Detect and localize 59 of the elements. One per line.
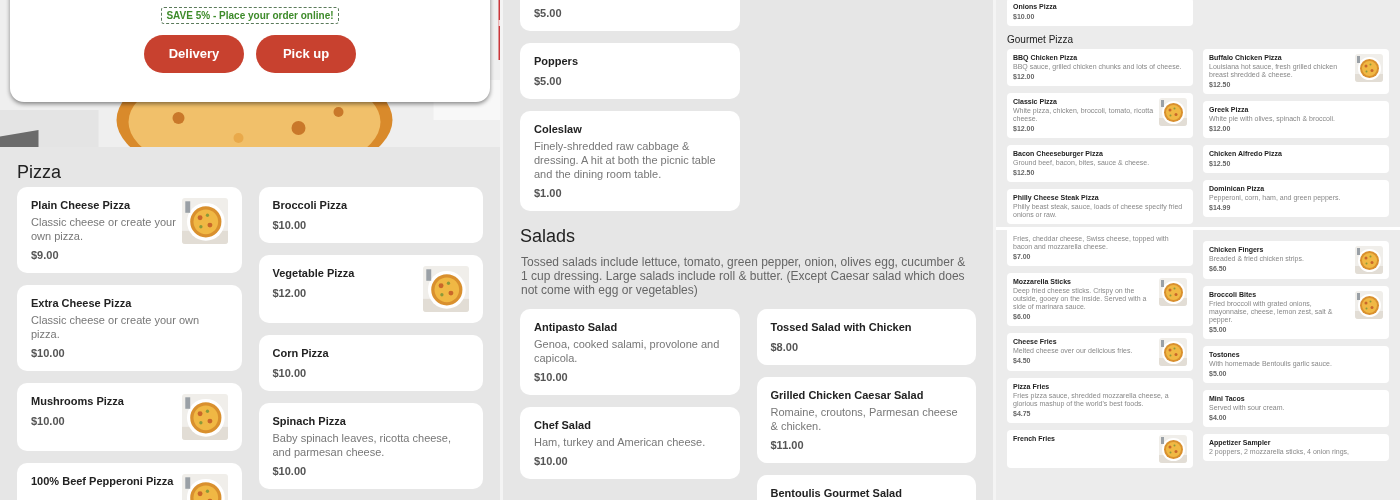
promo-banner: SAVE 5% - Place your order online! <box>161 7 339 24</box>
item-price: $10.00 <box>534 370 569 384</box>
item-name: Tossed Salad with Chicken <box>770 320 913 335</box>
menu-item-card[interactable]: Coleslaw Finely-shredded raw cabbage & dressing. A hit at both the picnic table and the dining room table. $1.00 <box>520 111 740 211</box>
menu-item-card[interactable]: Grilled Chicken Caesar Salad Romaine, croutons, Parmesan cheese & chicken. $11.00 <box>756 377 976 463</box>
menu-item-card[interactable]: Plain Cheese Pizza Classic cheese or create your own pizza. $9.00 <box>17 187 242 273</box>
item-price: $10.00 <box>272 366 308 380</box>
order-button[interactable]: Pick up <box>256 35 356 73</box>
menu-item-card[interactable]: Tossed Salad with Chicken $8.00 <box>756 309 976 365</box>
menu-item-card[interactable]: Vegetable Pizza $12.00 <box>258 255 483 323</box>
item-name: Antipasto Salad <box>534 320 619 335</box>
menu-item-card[interactable]: $5.00 <box>520 0 740 31</box>
menu-item-card[interactable]: Chef Salad Ham, turkey and American cheese. $10.00 <box>520 407 740 479</box>
menu-item-card[interactable]: Mushrooms Pizza $10.00 <box>17 383 242 451</box>
item-price: $10.00 <box>272 218 308 232</box>
item-price: $5.00 <box>534 6 563 20</box>
item-price: $10.00 <box>534 454 569 468</box>
item-description: Classic cheese or create your own pizza. <box>31 313 201 341</box>
item-name: Spinach Pizza <box>272 414 347 429</box>
menu-item-card[interactable]: Corn Pizza $10.00 <box>258 335 483 391</box>
item-price: $10.00 <box>31 346 66 360</box>
item-description: Romaine, croutons, Parmesan cheese & chicken. <box>770 405 959 433</box>
item-name: Mushrooms Pizza <box>31 394 125 409</box>
item-name: Extra Cheese Pizza <box>31 296 133 311</box>
item-name: Corn Pizza <box>272 346 330 361</box>
section-note: Tossed salads include lettuce, tomato, green pepper, onion, olives egg, cucumber & 1 cup dressing. Large salads include roll & butter. (Except Caesar salad which does not come with egg or vegetables) <box>520 255 967 297</box>
section-heading: Gourmet Pizza <box>1006 34 1075 46</box>
item-price: $12.00 <box>272 286 308 300</box>
menu-item-card[interactable]: Extra Cheese Pizza Classic cheese or create your own pizza. $10.00 <box>17 285 242 371</box>
item-name: Plain Cheese Pizza <box>31 198 132 213</box>
section-heading: Salads <box>519 225 577 247</box>
item-name: Grilled Chicken Caesar Salad <box>770 388 925 403</box>
menu-item-card[interactable]: Spinach Pizza Baby spinach leaves, ricotta cheese, and parmesan cheese. $10.00 <box>258 403 483 489</box>
item-description: Ham, turkey and American cheese. <box>534 435 707 449</box>
menu-item-card[interactable]: Poppers $5.00 <box>520 43 740 99</box>
item-price: $10.00 <box>272 464 308 478</box>
item-price: $10.00 <box>31 414 66 428</box>
menu-item-card[interactable]: Broccoli Pizza $10.00 <box>258 187 483 243</box>
item-price: $1.00 <box>534 186 563 200</box>
item-name: Coleslaw <box>534 122 583 137</box>
item-price: $8.00 <box>770 340 800 354</box>
item-name: Poppers <box>534 54 579 69</box>
menu-item-card[interactable]: Antipasto Salad Genoa, cooked salami, provolone and capicola. $10.00 <box>520 309 740 395</box>
item-description: Classic cheese or create your own pizza. <box>31 215 177 243</box>
item-price: $5.00 <box>534 74 563 88</box>
item-description: Finely-shredded raw cabbage & dressing. A hit at both the picnic table and the dining room table. <box>534 139 717 181</box>
item-name: Broccoli Pizza <box>272 198 349 213</box>
item-name: Chef Salad <box>534 418 592 433</box>
order-button[interactable]: Delivery <box>144 35 244 73</box>
item-description: Genoa, cooked salami, provolone and capicola. <box>534 337 721 365</box>
item-name: Bentoulis Gourmet Salad <box>770 486 903 500</box>
item-price: $11.00 <box>770 438 805 452</box>
item-description: Baby spinach leaves, ricotta cheese, and parmesan cheese. <box>272 431 453 459</box>
menu-item-card[interactable]: Bentoulis Gourmet Salad <box>756 475 976 500</box>
item-name: Vegetable Pizza <box>272 266 356 281</box>
item-name: 100% Beef Pepperoni Pizza <box>31 474 175 489</box>
section-heading: Pizza <box>16 161 62 183</box>
menu-item-card[interactable]: 100% Beef Pepperoni Pizza <box>17 463 242 500</box>
item-price: $9.00 <box>31 248 60 262</box>
